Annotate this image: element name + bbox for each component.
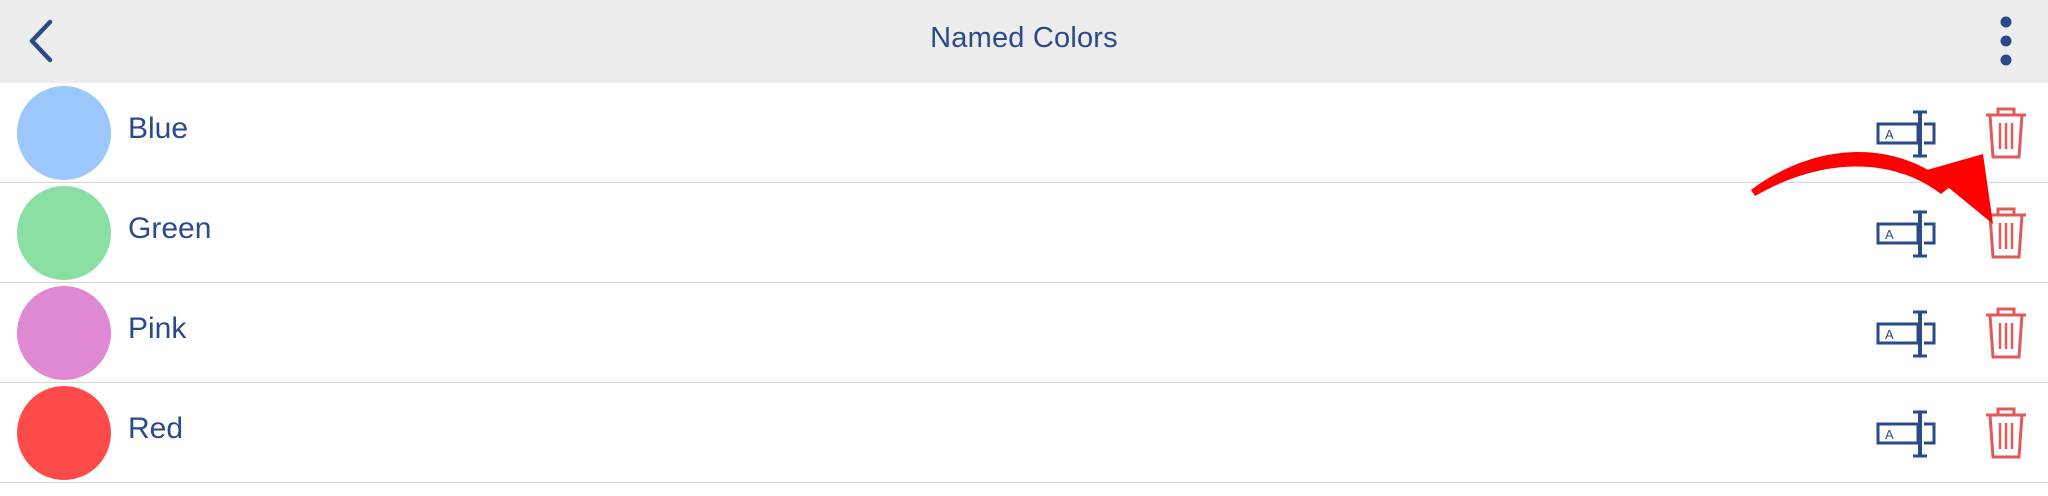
color-swatch [17, 186, 111, 280]
page-title: Named Colors [930, 22, 1118, 54]
rename-button[interactable]: A [1876, 309, 1938, 359]
color-row-blue[interactable]: Blue A [0, 83, 2048, 183]
color-swatch [17, 286, 111, 380]
delete-button[interactable] [1984, 305, 2028, 361]
delete-button[interactable] [1984, 405, 2028, 461]
delete-button[interactable] [1984, 205, 2028, 261]
navigation-bar: Named Colors [0, 0, 2048, 84]
rename-text-cursor-icon: A [1876, 310, 1936, 358]
rename-text-cursor-icon: A [1876, 410, 1936, 458]
svg-text:A: A [1885, 427, 1894, 442]
color-name-label: Pink [128, 312, 187, 345]
color-row-pink[interactable]: Pink A [0, 283, 2048, 383]
svg-text:A: A [1885, 227, 1894, 242]
rename-button[interactable]: A [1876, 409, 1938, 459]
svg-text:A: A [1885, 127, 1894, 142]
color-row-red[interactable]: Red A [0, 383, 2048, 483]
color-name-label: Red [128, 412, 184, 445]
vertical-ellipsis-icon [2000, 16, 2012, 66]
color-row-green[interactable]: Green A [0, 183, 2048, 283]
rename-text-cursor-icon: A [1876, 210, 1936, 258]
delete-button[interactable] [1984, 105, 2028, 161]
color-swatch [17, 386, 111, 480]
trash-icon [1986, 307, 2026, 359]
rename-button[interactable]: A [1876, 209, 1938, 259]
color-swatch [17, 86, 111, 180]
color-name-label: Green [128, 212, 212, 245]
rename-button[interactable]: A [1876, 109, 1938, 159]
color-name-label: Blue [128, 112, 189, 145]
rename-text-cursor-icon: A [1876, 110, 1936, 158]
trash-icon [1986, 207, 2026, 259]
trash-icon [1986, 407, 2026, 459]
more-options-button[interactable] [1988, 14, 2024, 70]
svg-text:A: A [1885, 327, 1894, 342]
trash-icon [1986, 107, 2026, 159]
named-colors-list: Blue A Green A Pink A Red A [0, 83, 2048, 483]
